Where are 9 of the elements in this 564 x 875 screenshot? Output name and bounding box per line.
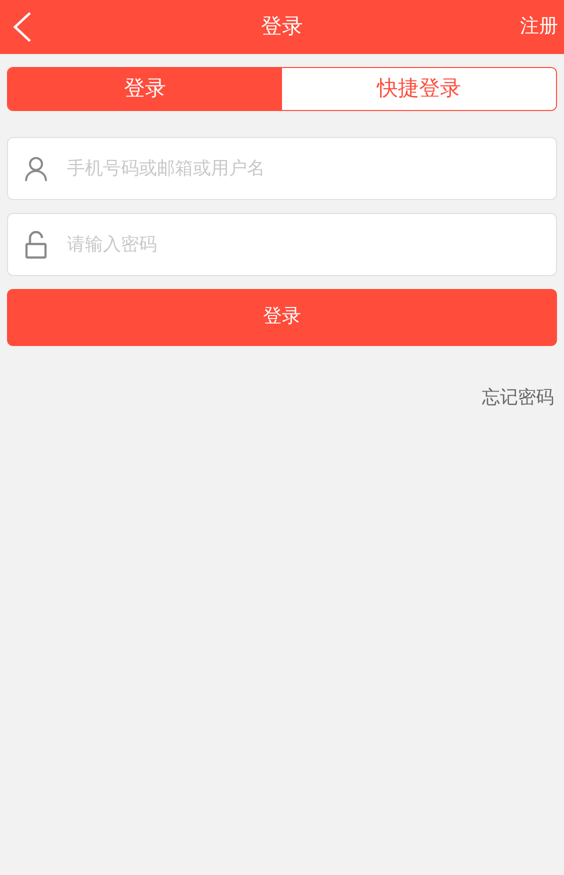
unlocked-padlock-icon [25,230,47,258]
forgot-password-link[interactable]: 忘记密码 [482,384,554,411]
register-link[interactable]: 注册 [520,12,558,42]
user-icon [25,156,47,182]
login-tab[interactable]: 快捷登录 [282,68,556,110]
back-icon [12,11,32,43]
login-tab[interactable]: 登录 [8,68,282,110]
page-title: 登录 [261,14,303,40]
login-button[interactable]: 登录 [7,289,557,346]
